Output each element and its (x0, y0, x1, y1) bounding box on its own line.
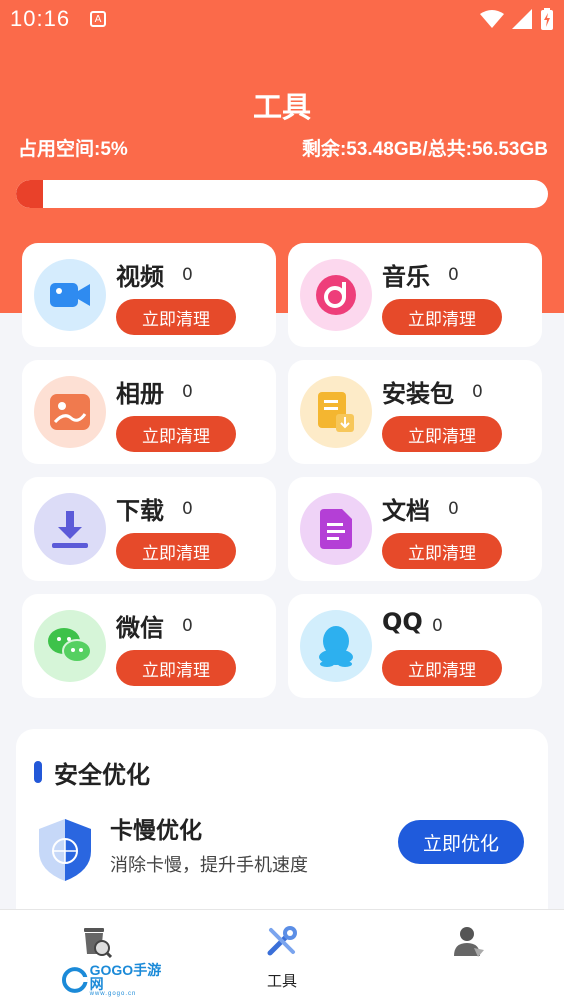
shield-icon (39, 819, 91, 881)
card-download[interactable]: 下载 0 立即清理 (22, 477, 276, 581)
card-count: 0 (182, 265, 193, 285)
card-count: 0 (182, 499, 193, 519)
video-icon (34, 259, 106, 331)
notification-icon: A (90, 11, 107, 27)
section-title: 安全优化 (54, 761, 150, 789)
optimization-description: 消除卡慢，提升手机速度 (110, 855, 308, 876)
card-title: 下载 (116, 497, 164, 525)
watermark-logo: GOGO手游网 www.gogo.cn (62, 962, 174, 997)
section-title-marker (34, 761, 42, 783)
qq-icon (300, 610, 372, 682)
document-icon (300, 493, 372, 565)
card-video[interactable]: 视频 0 立即清理 (22, 243, 276, 347)
card-title: QQ (382, 608, 423, 636)
card-document[interactable]: 文档 0 立即清理 (288, 477, 542, 581)
card-count: 0 (182, 382, 193, 402)
status-icons (480, 8, 554, 30)
card-count: 0 (432, 616, 443, 636)
trash-clean-icon (84, 928, 112, 958)
card-count: 0 (182, 616, 193, 636)
card-install-package[interactable]: 安装包 0 立即清理 (288, 360, 542, 464)
card-count: 0 (448, 265, 459, 285)
wifi-icon (480, 10, 504, 28)
nav-label: 工具 (266, 972, 297, 990)
music-icon (300, 259, 372, 331)
package-icon (300, 376, 372, 448)
clean-button[interactable]: 立即清理 (382, 650, 502, 686)
clean-button[interactable]: 立即清理 (116, 416, 236, 452)
storage-progress-fill (16, 180, 43, 208)
clean-button[interactable]: 立即清理 (116, 299, 236, 335)
clean-button[interactable]: 立即清理 (382, 416, 502, 452)
optimize-now-button[interactable]: 立即优化 (398, 820, 524, 864)
card-wechat[interactable]: 微信 0 立即清理 (22, 594, 276, 698)
optimization-title: 卡慢优化 (110, 818, 202, 844)
user-icon (454, 927, 484, 957)
watermark-text: GOGO手游网 (89, 962, 162, 992)
card-title: 音乐 (382, 263, 430, 291)
safety-optimization-card: 安全优化 卡慢优化 消除卡慢，提升手机速度 立即优化 (16, 729, 548, 929)
card-title: 文档 (382, 497, 430, 525)
tools-icon (267, 926, 297, 956)
clean-button[interactable]: 立即清理 (382, 533, 502, 569)
wechat-icon (34, 610, 106, 682)
card-count: 0 (472, 382, 483, 402)
remaining-space-label: 剩余:53.48GB/总共:56.53GB (301, 139, 548, 160)
card-title: 相册 (116, 380, 164, 408)
storage-progress-bar (16, 180, 548, 208)
card-count: 0 (448, 499, 459, 519)
clean-button[interactable]: 立即清理 (116, 533, 236, 569)
watermark-subtext: www.gogo.cn (89, 991, 137, 997)
category-grid: 视频 0 立即清理 音乐 0 立即清理 相册 0 立即清理 安装包 0 立即清理… (22, 243, 542, 698)
status-time: 10:16 (10, 6, 71, 31)
card-music[interactable]: 音乐 0 立即清理 (288, 243, 542, 347)
page-title: 工具 (252, 90, 311, 124)
clean-button[interactable]: 立即清理 (382, 299, 502, 335)
download-icon (34, 493, 106, 565)
watermark-icon (62, 967, 88, 993)
clean-button[interactable]: 立即清理 (116, 650, 236, 686)
photo-album-icon (34, 376, 106, 448)
card-title: 微信 (116, 614, 164, 642)
card-title: 安装包 (382, 380, 454, 408)
nav-item-profile[interactable] (434, 910, 504, 1004)
nav-item-tools[interactable]: 工具 (247, 910, 317, 1004)
card-qq[interactable]: QQ 0 立即清理 (288, 594, 542, 698)
used-space-label: 占用空间:5% (18, 139, 128, 160)
card-title: 视频 (116, 263, 164, 291)
status-bar: 10:16 A (0, 0, 564, 38)
signal-icon (512, 9, 532, 29)
battery-icon (541, 8, 553, 30)
card-photo-album[interactable]: 相册 0 立即清理 (22, 360, 276, 464)
